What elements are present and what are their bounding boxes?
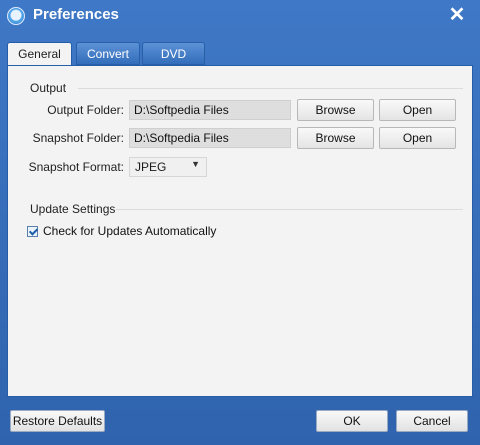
snapshot-format-value: JPEG [135,160,167,174]
tab-convert[interactable]: Convert [76,42,140,65]
snapshot-folder-field[interactable]: D:\Softpedia Files [129,128,291,148]
snapshot-folder-label: Snapshot Folder: [32,131,124,145]
check-updates-label[interactable]: Check for Updates Automatically [43,224,216,238]
app-logo-icon [7,7,25,25]
window-title: Preferences [33,6,119,23]
update-divider [116,209,463,210]
tab-dvd[interactable]: DVD [142,42,205,65]
check-updates-checkbox[interactable] [27,226,38,237]
snapshot-format-select[interactable]: JPEG ▼ [129,157,207,177]
output-divider [78,88,463,89]
output-folder-field[interactable]: D:\Softpedia Files [129,100,291,120]
tab-general[interactable]: General [7,42,72,66]
general-panel: Output Output Folder: D:\Softpedia Files… [7,65,473,397]
snapshot-open-button[interactable]: Open [379,127,456,149]
output-section-label: Output [30,81,67,95]
title-bar: Preferences ✕ [0,0,480,32]
output-folder-label: Output Folder: [47,103,124,117]
output-open-button[interactable]: Open [379,99,456,121]
snapshot-browse-button[interactable]: Browse [297,127,374,149]
cancel-button[interactable]: Cancel [396,410,468,432]
ok-button[interactable]: OK [316,410,388,432]
restore-defaults-button[interactable]: Restore Defaults [10,410,105,432]
output-browse-button[interactable]: Browse [297,99,374,121]
snapshot-format-label: Snapshot Format: [28,160,124,174]
chevron-down-icon: ▼ [191,159,200,169]
close-icon[interactable]: ✕ [444,4,470,26]
preferences-window: Preferences ✕ General Convert DVD Output… [0,0,480,445]
update-section-label: Update Settings [30,202,116,216]
